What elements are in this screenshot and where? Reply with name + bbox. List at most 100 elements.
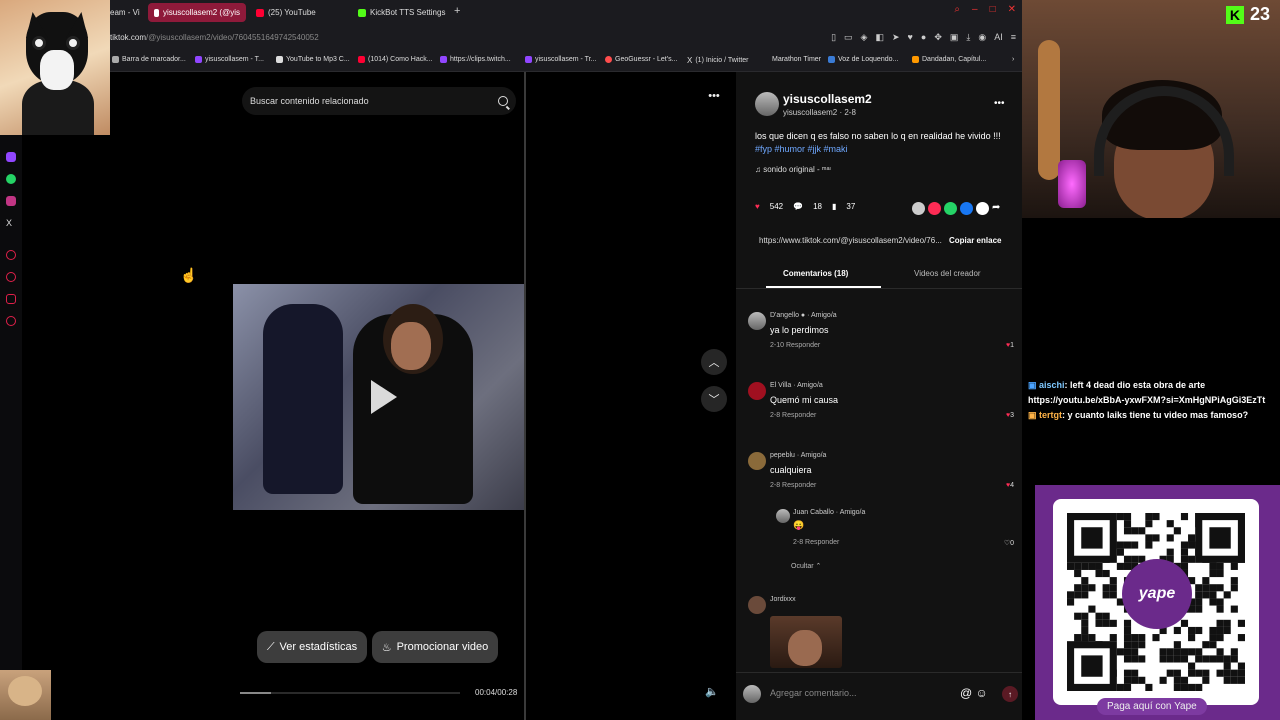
avatar[interactable] [755, 92, 779, 116]
embed-icon[interactable] [912, 202, 925, 215]
bookmark-item[interactable]: (1014) Como Hack... [358, 56, 433, 63]
qr-module [1095, 612, 1103, 620]
new-tab-button[interactable]: + [454, 5, 460, 17]
video-progress-bar[interactable] [240, 692, 460, 694]
volume-icon[interactable]: 🔈 [705, 685, 719, 698]
bookmark-icon[interactable]: ▯ [831, 32, 836, 43]
comment-author[interactable]: El Villa · Amigo/a [770, 382, 823, 389]
comment-meta[interactable]: 2-8 Responder [770, 482, 816, 489]
browser-tab-tiktok[interactable]: yisuscollasem2 (@yis [148, 3, 246, 22]
clock-icon[interactable] [6, 272, 16, 282]
comment-like[interactable]: ♥1 [1006, 342, 1014, 349]
bookmark-item[interactable]: Dandadan, Capítul... [912, 56, 986, 63]
send-icon[interactable]: ➤ [892, 32, 900, 43]
hashtags[interactable]: #fyp #humor #jjk #maki [755, 143, 1015, 156]
browser-tab-kickbot[interactable]: KickBot TTS Settings [352, 3, 452, 22]
menu-icon[interactable]: ≡ [1011, 32, 1016, 43]
send-friends-icon[interactable] [928, 202, 941, 215]
view-stats-button[interactable]: ⟋ Ver estadísticas [257, 631, 367, 663]
screenshot-icon[interactable]: ▭ [844, 32, 853, 43]
bookmark-item[interactable]: Barra de marcador... [112, 56, 186, 63]
avatar[interactable] [748, 596, 766, 614]
qr-module [1202, 676, 1210, 684]
download-icon[interactable]: ⤓ [966, 32, 970, 43]
search-tabs-icon[interactable]: ⌕ [954, 4, 960, 15]
profile-icon[interactable]: ● [921, 32, 926, 43]
previous-video-button[interactable]: ︿ [701, 349, 727, 375]
comment-like[interactable]: ♡0 [1004, 539, 1014, 547]
more-share-icon[interactable]: ➦ [992, 202, 1000, 215]
more-options-icon[interactable]: ••• [701, 83, 727, 109]
settings-icon[interactable] [6, 316, 16, 326]
history-icon[interactable] [6, 250, 16, 260]
share-icon[interactable] [976, 202, 989, 215]
twitch-icon[interactable] [6, 152, 16, 162]
comment-like[interactable]: ♥4 [1006, 482, 1014, 489]
tab-comments[interactable]: Comentarios (18) [783, 269, 848, 278]
copy-link-button[interactable]: Copiar enlace [949, 236, 1001, 245]
save-icon[interactable]: ▮ [832, 202, 836, 211]
comment-like[interactable]: ♥3 [1006, 412, 1014, 419]
bookmark-item[interactable]: yisuscollasem - Tr... [525, 56, 596, 63]
related-search-input[interactable]: Buscar contenido relacionado [242, 87, 516, 115]
comment-input[interactable]: Agregar comentario... [770, 688, 857, 698]
ai-button[interactable]: AI [994, 32, 1003, 43]
comment-author[interactable]: pepeblu · Amigo/a [770, 452, 826, 459]
comment-author[interactable]: Juan Caballo · Amigo/a [793, 509, 865, 516]
close-window-button[interactable]: ✕ [1008, 4, 1016, 15]
bookmarks-overflow[interactable]: › [1012, 56, 1014, 63]
browser-tab-stream[interactable]: eam - Vi [104, 3, 148, 22]
comment-image[interactable] [770, 616, 842, 668]
bookmark-item[interactable]: yisuscollasem - T... [195, 56, 264, 63]
qr-module [1223, 619, 1231, 627]
heart-icon[interactable]: ♥ [908, 32, 913, 43]
comment-meta[interactable]: 2-8 Responder [793, 539, 839, 546]
url-field[interactable]: tiktok.com/@yisuscollasem2/video/7604551… [110, 33, 319, 42]
avatar[interactable] [748, 452, 766, 470]
play-icon[interactable] [371, 380, 397, 414]
promote-video-button[interactable]: ♨ Promocionar video [372, 631, 498, 663]
bookmark-item[interactable]: Voz de Loquendo... [828, 56, 898, 63]
shield-icon[interactable]: ◈ [861, 32, 868, 43]
comment-meta[interactable]: 2-10 Responder [770, 342, 820, 349]
hide-replies-button[interactable]: Ocultar ⌃ [791, 562, 821, 570]
puzzle-icon[interactable]: ✥ [934, 32, 942, 43]
qr-module [1131, 676, 1139, 684]
comment-meta[interactable]: 2-8 Responder [770, 412, 816, 419]
extension-icon[interactable]: ◧ [875, 32, 884, 43]
account-icon[interactable]: ◉ [978, 32, 986, 43]
minimize-button[interactable]: – [972, 4, 978, 15]
tab-creator-videos[interactable]: Videos del creador [914, 269, 981, 278]
whatsapp-icon[interactable] [944, 202, 957, 215]
facebook-icon[interactable] [960, 202, 973, 215]
post-menu-icon[interactable]: ••• [994, 98, 1005, 109]
qr-module [1173, 626, 1181, 635]
avatar[interactable] [748, 382, 766, 400]
bookmark-item[interactable]: Marathon Timer [772, 56, 821, 63]
x-icon[interactable]: X [6, 218, 16, 228]
mention-icon[interactable]: @ ☺ [960, 686, 988, 700]
sound-link[interactable]: ♫ sonido original - ᵐᵃᶦ [755, 165, 831, 174]
comment-icon[interactable]: 💬 [793, 202, 803, 211]
whatsapp-icon[interactable] [6, 174, 16, 184]
post-username[interactable]: yisuscollasem2 [783, 92, 872, 106]
send-comment-button[interactable]: ↑ [1002, 686, 1018, 702]
next-video-button[interactable]: ﹀ [701, 386, 727, 412]
bookmark-item[interactable]: X (1) Inicio / Twitter [687, 56, 749, 65]
instagram-icon[interactable] [6, 196, 16, 206]
avatar[interactable] [776, 509, 790, 523]
bookmark-item[interactable]: YouTube to Mp3 C... [276, 56, 350, 63]
bookmark-label: Marathon Timer [772, 56, 822, 63]
bookmark-item[interactable]: https://clips.twitch... [440, 56, 511, 63]
bookmark-item[interactable]: GeoGuessr - Let's... [605, 56, 677, 63]
wallet-icon[interactable] [6, 294, 16, 304]
video-player[interactable] [233, 284, 524, 510]
browser-tab-youtube[interactable]: (25) YouTube [250, 3, 350, 22]
avatar[interactable] [748, 312, 766, 330]
comment-author[interactable]: D'angello ● · Amigo/a [770, 312, 837, 319]
maximize-button[interactable]: □ [990, 4, 996, 15]
search-icon[interactable] [498, 96, 508, 106]
like-icon[interactable]: ♥ [755, 202, 760, 211]
comment-author[interactable]: Jordixxx [770, 596, 796, 603]
wallet-icon[interactable]: ▣ [950, 32, 959, 43]
